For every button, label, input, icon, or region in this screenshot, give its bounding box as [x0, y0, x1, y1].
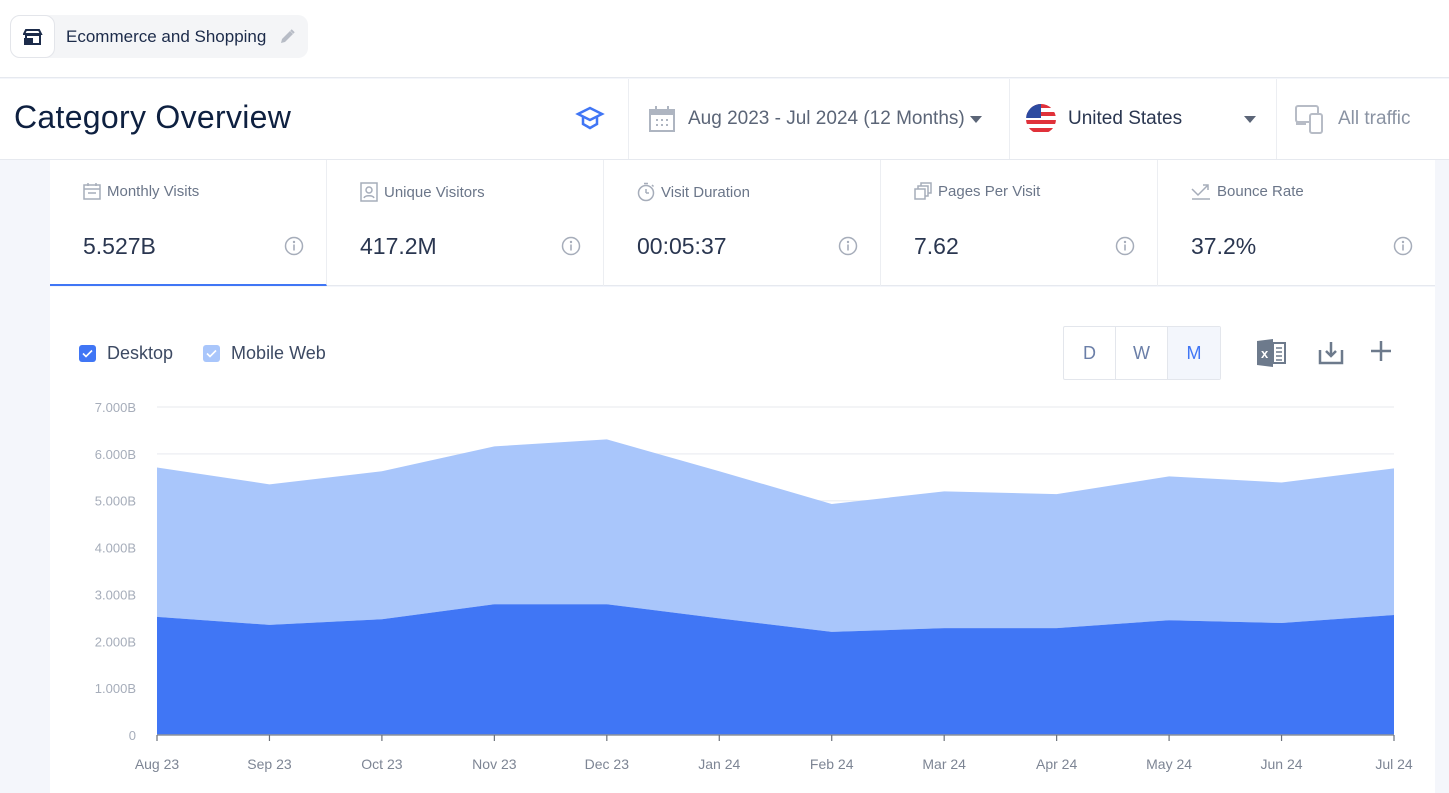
y-tick-label: 1.000B [95, 681, 136, 696]
graduation-cap-icon[interactable] [575, 105, 605, 136]
date-range-label: Aug 2023 - Jul 2024 (12 Months) [688, 108, 965, 129]
mobile-web-area [157, 439, 1394, 632]
info-icon[interactable] [1115, 236, 1135, 256]
metric-label: Pages Per Visit [938, 182, 1041, 200]
granularity-weekly-button[interactable]: W [1116, 327, 1168, 379]
x-tick-label: Oct 23 [361, 756, 402, 772]
metric-bounce-rate[interactable]: Bounce Rate 37.2% [1158, 160, 1435, 286]
storefront-icon [10, 15, 55, 58]
chevron-down-icon [969, 115, 982, 123]
calendar-icon [83, 183, 101, 200]
pencil-icon[interactable] [278, 28, 296, 46]
us-flag-icon [1026, 104, 1056, 134]
traffic-selector[interactable]: All traffic [1276, 79, 1449, 159]
x-tick-label: May 24 [1146, 756, 1192, 772]
category-chip[interactable]: Ecommerce and Shopping [10, 15, 309, 58]
info-icon[interactable] [838, 236, 858, 256]
chart-legend: Desktop Mobile Web [79, 343, 356, 364]
metric-monthly-visits[interactable]: Monthly Visits 5.527B [50, 160, 327, 286]
devices-icon [1295, 105, 1323, 134]
stopwatch-icon [637, 182, 655, 202]
y-tick-label: 3.000B [95, 587, 136, 602]
x-tick-label: Jan 24 [698, 756, 740, 772]
metric-label: Bounce Rate [1217, 182, 1304, 200]
legend-label: Desktop [107, 343, 174, 363]
date-range-selector[interactable]: Aug 2023 - Jul 2024 (12 Months) [628, 79, 1009, 159]
category-label: Ecommerce and Shopping [66, 26, 267, 46]
y-tick-label: 2.000B [95, 634, 136, 649]
metrics-row: Monthly Visits 5.527B Unique Visitors 41… [50, 160, 1435, 286]
metric-label: Unique Visitors [384, 183, 485, 201]
page-header: Category Overview Aug 2023 - Jul 2024 (1… [0, 79, 1449, 160]
chart-card: 0 1.000B 2.000B 3.000B 4.000B 5.000B 6.000B 7.0… [50, 287, 1435, 793]
x-tick-label: Jul 24 [1375, 756, 1413, 772]
add-icon[interactable] [1370, 340, 1392, 367]
bounce-icon [1191, 184, 1210, 200]
excel-export-icon[interactable]: x [1255, 338, 1287, 373]
chevron-down-icon [1244, 115, 1257, 123]
legend-item-mobile-web[interactable]: Mobile Web [203, 343, 326, 364]
metric-value: 00:05:37 [637, 233, 727, 259]
svg-text:x: x [1261, 346, 1269, 361]
metric-label: Visit Duration [661, 183, 750, 201]
checkbox-checked-icon[interactable] [203, 345, 221, 362]
y-tick-label: 0 [129, 728, 136, 743]
download-icon[interactable] [1317, 338, 1345, 371]
top-bar: Ecommerce and Shopping [0, 0, 1449, 78]
country-label: United States [1068, 108, 1183, 129]
metric-value: 417.2M [360, 233, 437, 259]
info-icon[interactable] [1393, 236, 1413, 256]
granularity-monthly-button[interactable]: M [1168, 327, 1220, 379]
y-tick-label: 6.000B [95, 447, 136, 462]
y-tick-label: 5.000B [95, 494, 136, 509]
x-tick-label: Dec 23 [585, 756, 630, 772]
metric-value: 37.2% [1191, 233, 1257, 259]
x-tick-label: Mar 24 [922, 756, 966, 772]
metric-label: Monthly Visits [107, 182, 200, 200]
info-icon[interactable] [561, 236, 581, 256]
x-tick-label: Sep 23 [247, 756, 292, 772]
checkbox-checked-icon[interactable] [79, 345, 96, 362]
x-tick-label: Jun 24 [1261, 756, 1303, 772]
y-tick-label: 7.000B [95, 400, 136, 415]
page-gutter [1435, 160, 1449, 793]
x-tick-label: Apr 24 [1036, 756, 1077, 772]
country-selector[interactable]: United States [1009, 79, 1276, 159]
info-icon[interactable] [284, 236, 304, 256]
legend-label: Mobile Web [231, 343, 326, 363]
x-tick-label: Aug 23 [135, 756, 180, 772]
y-tick-label: 4.000B [95, 541, 136, 556]
id-badge-icon [360, 182, 378, 202]
metric-value: 5.527B [83, 233, 156, 259]
legend-item-desktop[interactable]: Desktop [79, 343, 173, 364]
traffic-label: All traffic [1338, 108, 1411, 129]
metric-pages-per-visit[interactable]: Pages Per Visit 7.62 [881, 160, 1158, 286]
pages-icon [914, 182, 932, 200]
x-tick-label: Feb 24 [810, 756, 854, 772]
metric-unique-visitors[interactable]: Unique Visitors 417.2M [327, 160, 604, 286]
metric-value: 7.62 [914, 233, 959, 259]
calendar-icon [649, 106, 675, 132]
granularity-toggle: D W M [1063, 326, 1221, 380]
metric-visit-duration[interactable]: Visit Duration 00:05:37 [604, 160, 881, 286]
granularity-daily-button[interactable]: D [1064, 327, 1116, 379]
x-tick-label: Nov 23 [472, 756, 517, 772]
page-title: Category Overview [14, 99, 292, 135]
